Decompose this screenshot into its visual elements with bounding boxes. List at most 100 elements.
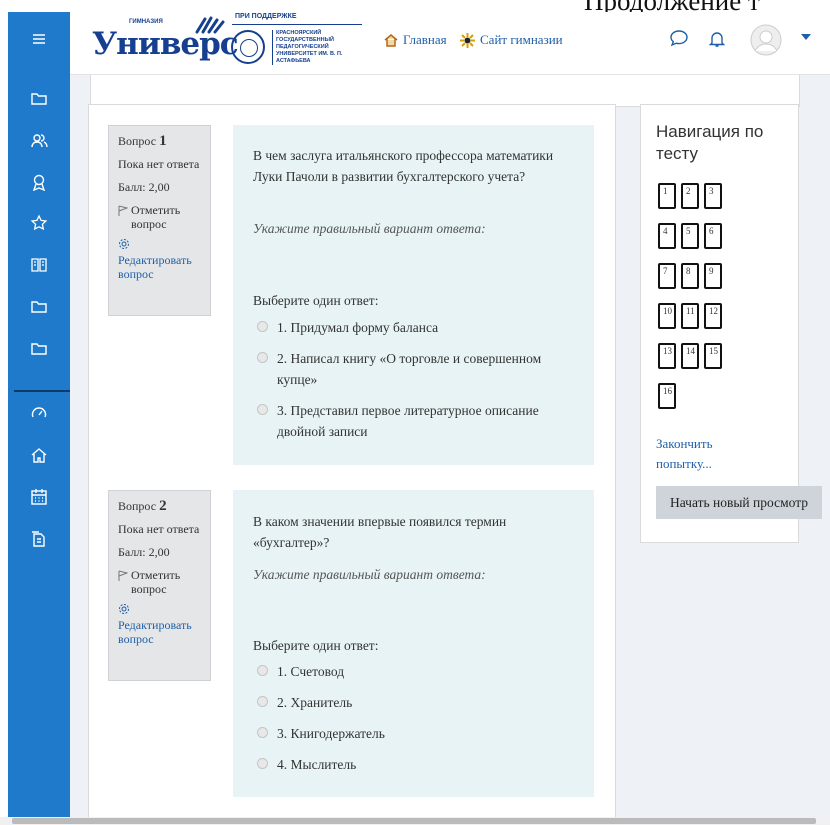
quiz-nav-question-5[interactable]: 5 — [681, 223, 699, 249]
home-icon[interactable] — [8, 440, 70, 470]
header-card — [90, 75, 800, 107]
question-prompt: Укажите правильный вариант ответа: — [253, 221, 486, 236]
nav-gymnasium-site-link[interactable]: Сайт гимназии — [460, 32, 563, 48]
users-icon[interactable] — [8, 126, 70, 156]
quiz-navigation-title: Навигация по тесту — [656, 122, 764, 163]
question-number: Вопрос 1 — [118, 133, 201, 149]
flag-question-label: Отметить вопрос — [131, 203, 181, 231]
radio-button[interactable] — [257, 665, 268, 676]
answer-option-label: 1. Счетовод — [277, 664, 345, 679]
left-drawer — [8, 12, 70, 818]
question-status: Пока нет ответа — [118, 157, 200, 171]
answer-option-label: 2. Написал книгу «О торговле и совершенн… — [277, 351, 542, 387]
answer-option-label: 3. Книгодержатель — [277, 726, 385, 741]
nav-home-label: Главная — [403, 32, 447, 47]
edit-question-link[interactable]: Редактировать вопрос — [118, 618, 201, 646]
quiz-nav-question-12[interactable]: 12 — [704, 303, 722, 329]
answer-option[interactable]: 1. Счетовод — [257, 661, 580, 682]
question-text: В каком значении впервые появился термин… — [253, 514, 507, 550]
logo-gymnasium-text: ГИМНАЗИЯ — [129, 19, 163, 25]
question-1-info: Вопрос 1 Пока нет ответа Балл: 2,00 Отме… — [108, 125, 211, 316]
quiz-nav-question-4[interactable]: 4 — [658, 223, 676, 249]
quiz-nav-question-16[interactable]: 16 — [658, 383, 676, 409]
folder-icon[interactable] — [8, 292, 70, 322]
quiz-nav-question-3[interactable]: 3 — [704, 183, 722, 209]
quiz-nav-question-7[interactable]: 7 — [658, 263, 676, 289]
quiz-nav-question-6[interactable]: 6 — [704, 223, 722, 249]
home-icon — [384, 34, 398, 47]
star-icon[interactable] — [8, 208, 70, 238]
sidebar-divider — [14, 390, 70, 392]
question-2-info: Вопрос 2 Пока нет ответа Балл: 2,00 Отме… — [108, 490, 211, 681]
edit-question-link[interactable]: Редактировать вопрос — [118, 253, 201, 281]
hamburger-icon[interactable] — [8, 24, 70, 54]
answer-option-label: 4. Мыслитель — [277, 757, 357, 772]
horizontal-scrollbar[interactable] — [0, 817, 830, 825]
radio-button[interactable] — [257, 696, 268, 707]
flag-question-toggle[interactable]: Отметить вопрос — [118, 203, 201, 231]
question-number-value: 1 — [159, 133, 167, 149]
radio-button[interactable] — [257, 321, 268, 332]
answer-option[interactable]: 4. Мыслитель — [257, 754, 580, 775]
answer-option[interactable]: 3. Представил первое литературное описан… — [257, 400, 580, 442]
start-new-preview-button[interactable]: Начать новый просмотр — [656, 486, 822, 519]
question-prompt: Укажите правильный вариант ответа: — [253, 567, 486, 582]
quiz-nav-question-10[interactable]: 10 — [658, 303, 676, 329]
finish-attempt-link[interactable]: Закончить попытку... — [656, 434, 756, 474]
award-icon[interactable] — [8, 167, 70, 197]
dashboard-icon[interactable] — [8, 398, 70, 428]
question-2-content: В каком значении впервые появился термин… — [233, 490, 594, 797]
answer-option[interactable]: 2. Написал книгу «О торговле и совершенн… — [257, 348, 580, 390]
radio-button[interactable] — [257, 404, 268, 415]
answer-option[interactable]: 1. Придумал форму баланса — [257, 317, 580, 338]
scrollbar-thumb[interactable] — [12, 818, 816, 824]
quiz-nav-question-13[interactable]: 13 — [658, 343, 676, 369]
university-emblem-icon — [231, 30, 265, 64]
gear-icon — [118, 238, 201, 253]
logo-university-text: КРАСНОЯРСКИЙ ГОСУДАРСТВЕННЫЙ ПЕДАГОГИЧЕС… — [272, 30, 368, 65]
bell-icon[interactable] — [706, 27, 728, 51]
quiz-nav-question-8[interactable]: 8 — [681, 263, 699, 289]
caret-down-icon[interactable] — [800, 31, 812, 43]
nav-home-link[interactable]: Главная — [384, 32, 447, 48]
site-logo[interactable]: ГИМНАЗИЯ Универс ПРИ ПОДДЕРЖКЕ КРАСНОЯРС… — [92, 13, 364, 70]
quiz-nav-question-15[interactable]: 15 — [704, 343, 722, 369]
files-icon[interactable] — [8, 524, 70, 554]
flag-question-label: Отметить вопрос — [131, 568, 181, 596]
question-score: Балл: 2,00 — [118, 545, 170, 559]
question-1-content: В чем заслуга итальянского профессора ма… — [233, 125, 594, 465]
question-label: Вопрос — [118, 134, 157, 148]
flag-icon — [118, 570, 128, 581]
flag-icon — [118, 205, 128, 216]
radio-button[interactable] — [257, 352, 268, 363]
answer-option-label: 1. Придумал форму баланса — [277, 320, 439, 335]
flag-question-toggle[interactable]: Отметить вопрос — [118, 568, 201, 596]
quiz-nav-question-1[interactable]: 1 — [658, 183, 676, 209]
logo-name: Универс — [92, 26, 239, 62]
quiz-nav-question-2[interactable]: 2 — [681, 183, 699, 209]
answer-option[interactable]: 3. Книгодержатель — [257, 723, 580, 744]
question-number: Вопрос 2 — [118, 498, 201, 514]
quiz-navigation-block: Навигация по тесту 1 2 3 4 5 6 7 8 9 10 11 12 13 14 15… — [640, 104, 799, 543]
question-text: В чем заслуга итальянского профессора ма… — [253, 148, 554, 184]
chat-icon[interactable] — [667, 26, 691, 50]
radio-button[interactable] — [257, 727, 268, 738]
answer-option-label: 2. Хранитель — [277, 695, 353, 710]
avatar-icon[interactable] — [750, 24, 782, 56]
quiz-nav-question-14[interactable]: 14 — [681, 343, 699, 369]
question-score: Балл: 2,00 — [118, 180, 170, 194]
logo-support-text: ПРИ ПОДДЕРЖКЕ — [235, 13, 297, 20]
folder-icon[interactable] — [8, 334, 70, 364]
folder-icon[interactable] — [8, 84, 70, 114]
quiz-nav-question-9[interactable]: 9 — [704, 263, 722, 289]
choose-one-label: Выберите один ответ: — [253, 293, 379, 308]
quiz-nav-question-11[interactable]: 11 — [681, 303, 699, 329]
book-icon[interactable] — [8, 250, 70, 280]
nav-gymnasium-site-label: Сайт гимназии — [480, 32, 563, 47]
logo-underline — [232, 24, 362, 25]
choose-one-label: Выберите один ответ: — [253, 638, 379, 653]
calendar-icon[interactable] — [8, 482, 70, 512]
radio-button[interactable] — [257, 758, 268, 769]
answer-option[interactable]: 2. Хранитель — [257, 692, 580, 713]
question-number-value: 2 — [159, 498, 167, 514]
